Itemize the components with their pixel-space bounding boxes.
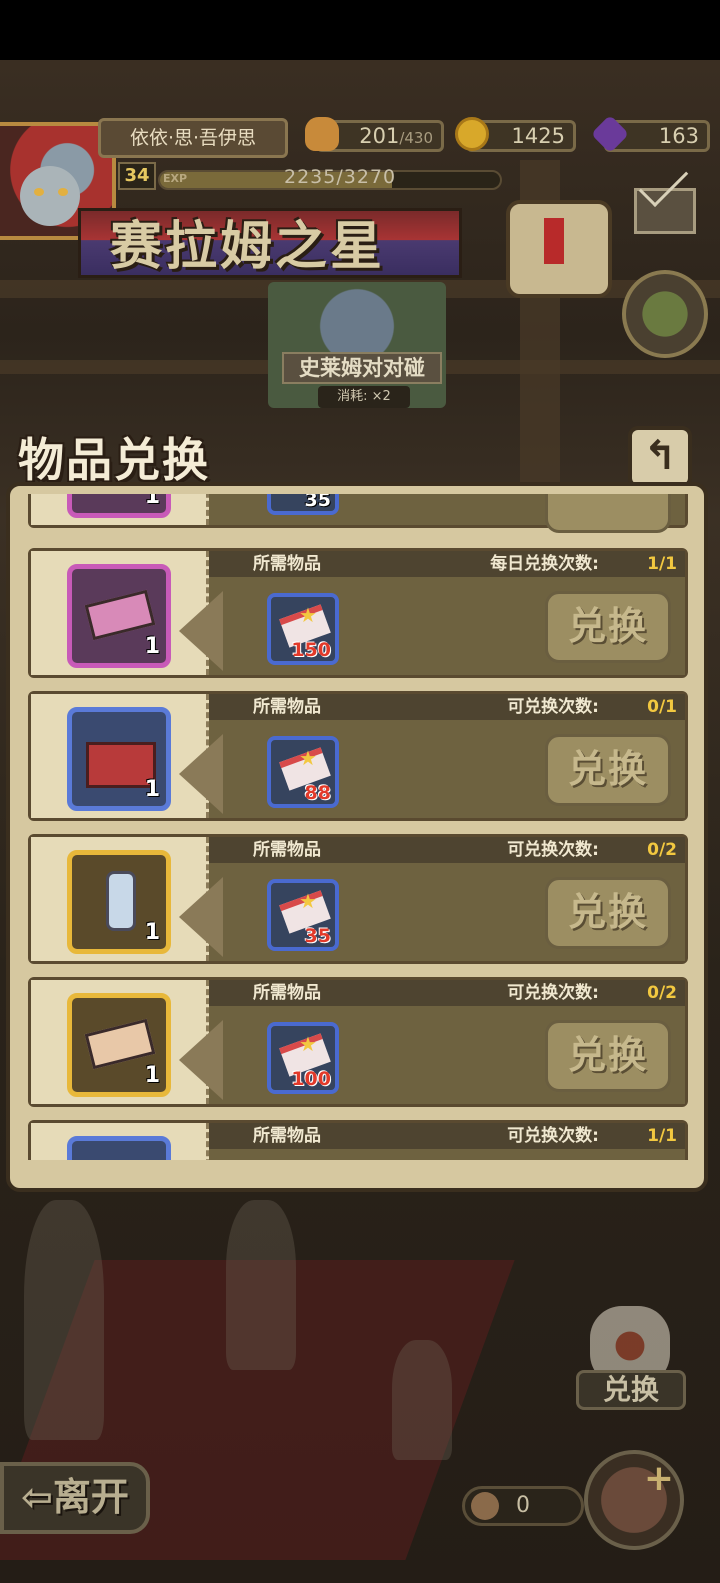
reward-item-slot[interactable]: 1 <box>67 850 171 954</box>
stamina-value: 201 <box>359 124 400 148</box>
star-icon: ★ <box>299 1032 317 1056</box>
exchange-count-value: 0/2 <box>647 983 677 1003</box>
exchange-list[interactable]: 1 35 所需物品 每日兑换次数: 1/1 1 ★ 150 兑换 所需物品 可兑换次数: 0/1 1… <box>20 494 696 1160</box>
exchange-shortcut-label: 兑换 <box>576 1370 686 1410</box>
gold-value: 1425 <box>511 124 565 148</box>
plus-icon: + <box>643 1458 674 1499</box>
exchange-button[interactable]: 兑换 <box>545 1020 671 1092</box>
player-name: 依依·思·吾伊思 <box>98 118 288 158</box>
exchange-count-label: 可兑换次数: <box>507 840 599 860</box>
exchange-button[interactable]: 兑换 <box>545 591 671 663</box>
exp-label: EXP <box>163 172 188 185</box>
required-items-label: 所需物品 <box>253 983 321 1003</box>
mail-icon[interactable] <box>634 188 696 234</box>
backpack-icon[interactable] <box>622 270 708 358</box>
exchange-count-label: 可兑换次数: <box>507 983 599 1003</box>
cost-amount: 35 <box>304 494 331 511</box>
exchange-row: 所需物品 可兑换次数: 0/2 1 ★ 35 兑换 <box>28 834 688 964</box>
reward-item-slot[interactable]: 1 <box>67 993 171 1097</box>
required-items-label: 所需物品 <box>253 697 321 717</box>
leave-button[interactable]: ⇦离开 <box>0 1462 150 1534</box>
gold-counter[interactable]: 1425 <box>455 117 576 152</box>
exchange-button[interactable] <box>545 494 671 533</box>
panel-title: 物品兑换 <box>18 433 210 487</box>
event-title: 史莱姆对对碰 <box>282 352 442 384</box>
exchange-row: 1 35 <box>28 494 688 533</box>
exchange-row: 所需物品 每日兑换次数: 1/1 1 ★ 150 兑换 <box>28 548 688 678</box>
cost-item-slot[interactable]: ★ 150 <box>267 593 339 665</box>
item-quantity: 1 <box>144 494 160 509</box>
reward-item-slot[interactable] <box>67 1136 171 1160</box>
cost-item-slot[interactable]: ★ 88 <box>267 736 339 808</box>
exchange-button[interactable]: 兑换 <box>545 734 671 806</box>
exp-text: 2235/3270 <box>284 166 397 188</box>
exchange-shortcut[interactable]: 兑换 <box>576 1306 686 1416</box>
exchange-count-value: 0/1 <box>647 697 677 717</box>
item-quantity: 1 <box>144 634 160 659</box>
cost-amount: 100 <box>291 1068 331 1090</box>
back-button[interactable]: ↰ <box>628 426 692 488</box>
arrow-left-icon <box>179 877 223 957</box>
arrow-left-icon <box>179 734 223 814</box>
reward-item-slot[interactable]: 1 <box>67 707 171 811</box>
cost-item-slot[interactable]: 35 <box>267 494 339 515</box>
exchange-count-label: 可兑换次数: <box>507 1126 599 1146</box>
reward-item-icon <box>84 1018 156 1070</box>
arrow-left-icon <box>179 1020 223 1100</box>
token-counter: 0 <box>462 1486 584 1526</box>
star-icon: ★ <box>299 746 317 770</box>
event-cost: 消耗: ×2 <box>318 386 410 408</box>
exchange-button[interactable]: 兑换 <box>545 877 671 949</box>
reward-item-slot[interactable]: 1 <box>67 494 171 518</box>
reward-item-icon <box>106 871 136 931</box>
gem-value: 163 <box>658 124 699 148</box>
required-items-label: 所需物品 <box>253 1126 321 1146</box>
exchange-row: 所需物品 可兑换次数: 1/1 <box>28 1120 688 1160</box>
cost-amount: 150 <box>291 639 331 661</box>
item-quantity: 1 <box>144 920 160 945</box>
exchange-count-value: 1/1 <box>647 554 677 574</box>
exchange-count-label: 可兑换次数: <box>507 697 599 717</box>
cost-item-slot[interactable]: ★ 100 <box>267 1022 339 1094</box>
token-count: 0 <box>516 1493 530 1518</box>
exchange-count-label: 每日兑换次数: <box>490 554 599 574</box>
required-items-label: 所需物品 <box>253 840 321 860</box>
cost-item-slot[interactable]: ★ 35 <box>267 879 339 951</box>
gem-counter[interactable]: 163 <box>590 114 710 154</box>
star-icon: ★ <box>299 889 317 913</box>
player-level: 34 <box>118 162 156 190</box>
cost-amount: 35 <box>304 925 331 947</box>
exchange-count-value: 1/1 <box>647 1126 677 1146</box>
exchange-row: 所需物品 可兑换次数: 0/2 1 ★ 100 兑换 <box>28 977 688 1107</box>
stamina-max: /430 <box>399 129 433 147</box>
reward-item-slot[interactable]: 1 <box>67 564 171 668</box>
quest-scroll-icon[interactable] <box>506 200 612 298</box>
star-icon: ★ <box>299 603 317 627</box>
token-icon <box>471 1492 499 1520</box>
location-title: 赛拉姆之星 <box>110 217 386 277</box>
cost-amount: 88 <box>304 782 331 804</box>
status-bar-area <box>0 0 720 60</box>
item-quantity: 1 <box>144 777 160 802</box>
item-quantity: 1 <box>144 1063 160 1088</box>
reward-item-icon <box>84 589 156 641</box>
stamina-counter[interactable]: 201/430 <box>305 117 444 152</box>
exchange-count-value: 0/2 <box>647 840 677 860</box>
return-arrow-icon: ↰ <box>643 433 677 479</box>
add-token-button[interactable]: + <box>584 1450 684 1550</box>
exchange-row: 所需物品 可兑换次数: 0/1 1 ★ 88 兑换 <box>28 691 688 821</box>
arrow-left-icon <box>179 591 223 671</box>
required-items-label: 所需物品 <box>253 554 321 574</box>
